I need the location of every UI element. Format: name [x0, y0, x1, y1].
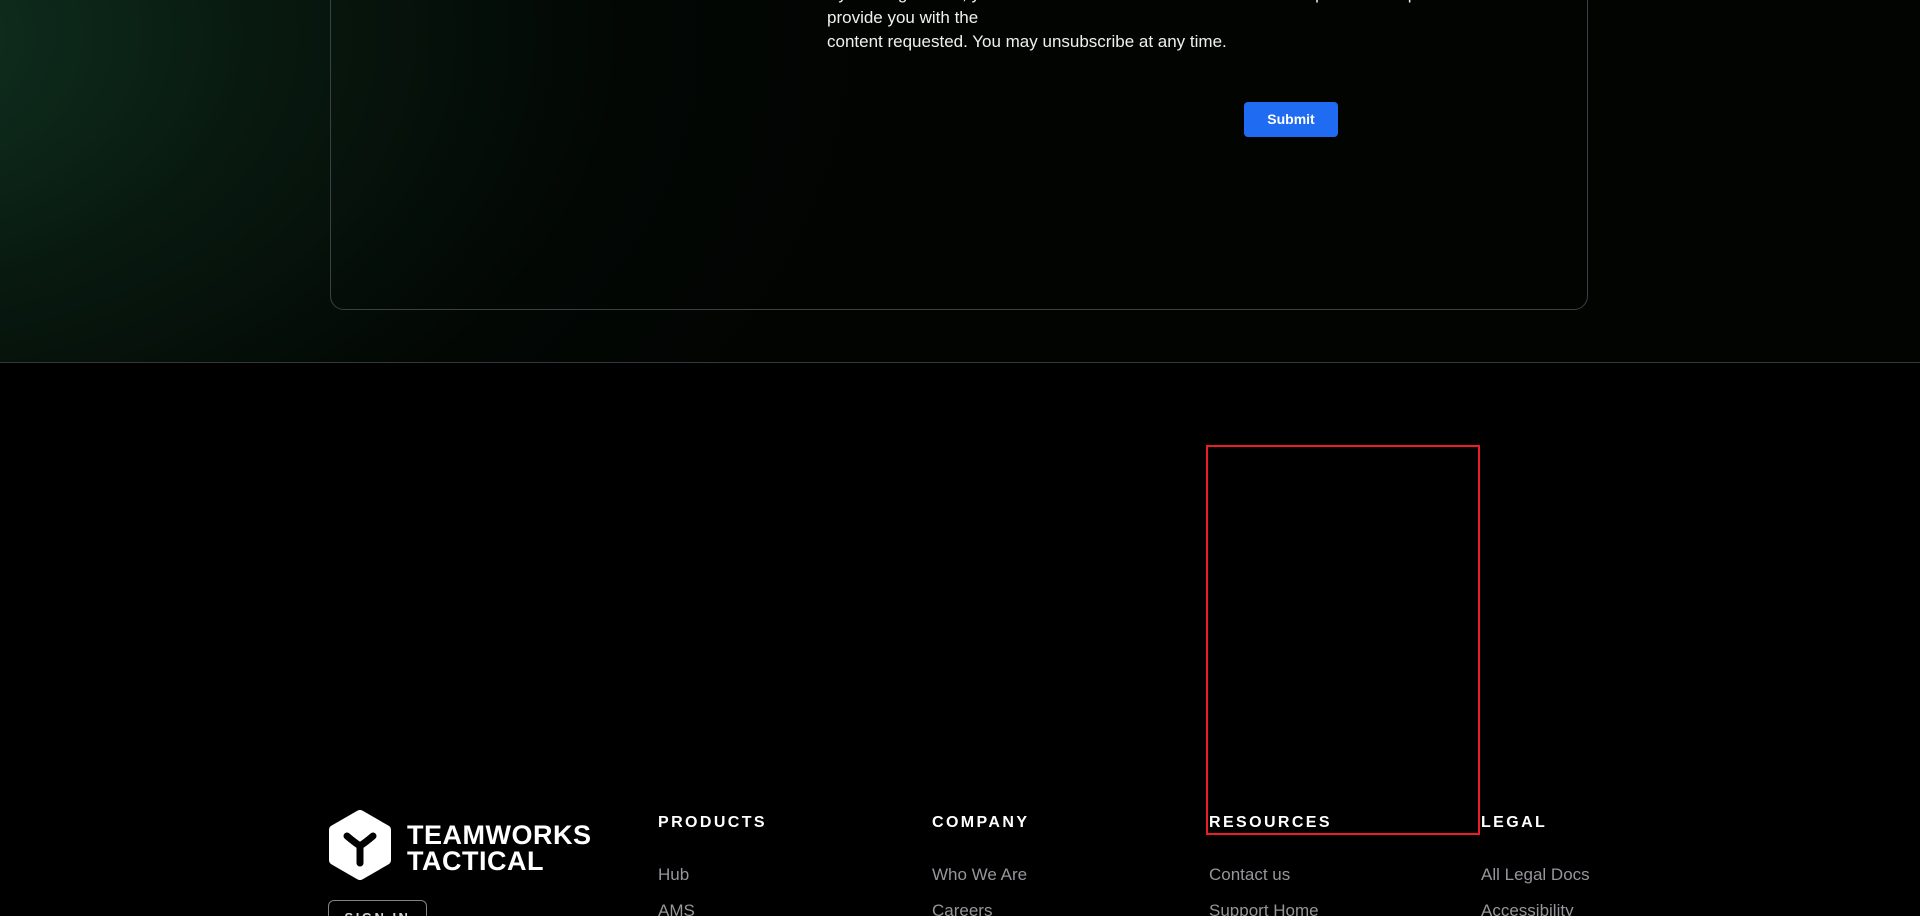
- link-contact-us[interactable]: Contact us: [1209, 865, 1290, 884]
- resources-heading: RESOURCES: [1209, 814, 1332, 831]
- brand-name-line1: TEAMWORKS: [407, 819, 592, 850]
- submit-row: Submit: [827, 102, 1755, 137]
- link-who-we-are[interactable]: Who We Are: [932, 865, 1027, 884]
- teamworks-hexagon-icon: [328, 810, 392, 885]
- sign-in-button[interactable]: SIGN IN: [328, 900, 427, 916]
- hero-section: I agree to receive other communications …: [0, 0, 1920, 363]
- legal-heading: LEGAL: [1481, 814, 1548, 831]
- brand-wordmark: TEAMWORKS TACTICAL: [407, 819, 592, 876]
- link-hub[interactable]: Hub: [658, 865, 689, 884]
- link-support-home[interactable]: Support Home: [1209, 901, 1319, 916]
- form-card: I agree to receive other communications …: [330, 0, 1710, 310]
- link-careers[interactable]: Careers: [932, 901, 992, 916]
- link-all-legal-docs[interactable]: All Legal Docs: [1481, 865, 1590, 884]
- consent-line-2: content requested. You may unsubscribe a…: [827, 32, 1227, 51]
- submit-button[interactable]: Submit: [1244, 102, 1338, 137]
- footer-column-legal: LEGAL All Legal Docs Accessibility Priva…: [1481, 814, 1731, 916]
- footer: TEAMWORKS TACTICAL SIGN IN (202) 875-893…: [0, 364, 1920, 916]
- link-ams[interactable]: AMS: [658, 901, 695, 916]
- footer-column-company: COMPANY Who We Are Careers: [932, 814, 1182, 916]
- brand-logo[interactable]: TEAMWORKS TACTICAL: [328, 810, 591, 885]
- consent-line-1: By clicking submit, you consent to allow…: [827, 0, 1710, 27]
- company-heading: COMPANY: [932, 814, 1030, 831]
- form-content: I agree to receive other communications …: [827, 0, 1755, 137]
- footer-column-products: PRODUCTS Hub AMS Nutrition: [658, 814, 908, 916]
- brand-name-line2: TACTICAL: [407, 845, 544, 876]
- link-accessibility[interactable]: Accessibility: [1481, 901, 1574, 916]
- annotation-highlight-box: [1206, 445, 1480, 835]
- page: I agree to receive other communications …: [0, 0, 1920, 916]
- products-heading: PRODUCTS: [658, 814, 767, 831]
- consent-paragraph: By clicking submit, you consent to allow…: [827, 0, 1755, 54]
- footer-column-resources: RESOURCES Contact us Support Home Learni…: [1209, 814, 1459, 916]
